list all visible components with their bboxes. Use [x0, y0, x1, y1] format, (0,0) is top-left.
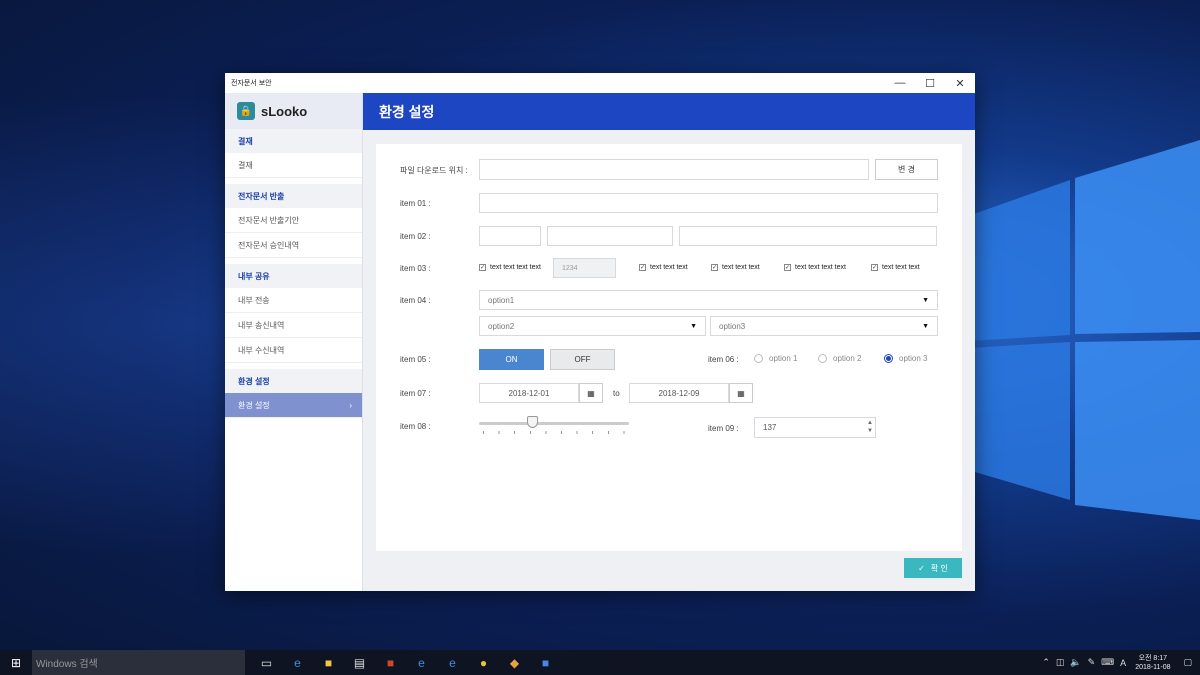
chevron-right-icon: ›	[349, 400, 352, 410]
settings-panel: 파일 다운로드 위치 : 변 경 item 01 : item 02 : ite…	[376, 144, 962, 551]
taskbar: ⊞ Windows 검색 ▭ e ■ ▤ ■ e e ● ◆ ■ ⌃ ◫ 🔈 ✎…	[0, 650, 1200, 675]
item04-label: item 04 :	[400, 296, 431, 305]
item06-label: item 06 :	[708, 355, 739, 364]
sidebar-section-export: 전자문서 반출	[225, 184, 362, 208]
item09-number-input[interactable]: 137 ▲ ▼	[754, 417, 876, 438]
taskbar-search-input[interactable]: Windows 검색	[32, 650, 245, 675]
lock-icon: 🔒	[237, 102, 255, 120]
pen-icon[interactable]: ✎	[1088, 657, 1096, 668]
download-label: 파일 다운로드 위치 :	[400, 166, 468, 175]
app-window: 전자문서 보안 — ☐ ✕ 🔒 sLooko 결재 결재 전자문서 반출 전자문…	[225, 73, 975, 591]
maximize-icon[interactable]: ☐	[915, 73, 945, 93]
sidebar-item-label: 환경 설정	[238, 400, 270, 410]
item03-checkbox-1[interactable]: ✓ text text text text	[479, 264, 541, 271]
item01-label: item 01 :	[400, 199, 431, 208]
store-icon[interactable]: ▤	[344, 650, 375, 675]
language-indicator[interactable]: A	[1120, 658, 1126, 668]
date-to-label: to	[613, 389, 620, 398]
system-tray: ⌃ ◫ 🔈 ✎ ⌨ A 오전 8:17 2018-11-08 ▢	[1039, 650, 1200, 675]
item02-input-3[interactable]	[679, 226, 937, 246]
powerpoint-icon[interactable]: ■	[375, 650, 406, 675]
item03-number-input[interactable]: 1234	[553, 258, 616, 278]
date-from-input[interactable]: 2018-12-01	[479, 383, 579, 403]
item02-input-2[interactable]	[547, 226, 673, 246]
item05-label: item 05 :	[400, 355, 431, 364]
brand: 🔒 sLooko	[225, 93, 362, 129]
download-path-input[interactable]	[479, 159, 869, 180]
date-to-input[interactable]: 2018-12-09	[629, 383, 729, 403]
slider-thumb[interactable]	[526, 416, 538, 428]
windows-start-icon[interactable]: ⊞	[0, 650, 32, 675]
item06-radio-1[interactable]: option 1	[754, 354, 797, 363]
calendar-icon[interactable]: ▦	[729, 383, 753, 403]
change-button[interactable]: 변 경	[875, 159, 938, 180]
task-view-icon[interactable]: ▭	[251, 650, 282, 675]
item04-select-3[interactable]: option3 ▼	[710, 316, 938, 336]
volume-icon[interactable]: 🔈	[1070, 657, 1081, 668]
toggle-off-button[interactable]: OFF	[550, 349, 615, 370]
confirm-button[interactable]: ✓ 확 인	[904, 558, 962, 578]
app-icon[interactable]: ◆	[499, 650, 530, 675]
brand-name: sLooko	[261, 103, 308, 119]
minimize-icon[interactable]: —	[885, 73, 915, 93]
close-icon[interactable]: ✕	[945, 73, 975, 93]
sidebar-section-approval: 결재	[225, 129, 362, 153]
item02-label: item 02 :	[400, 232, 431, 241]
page-title: 환경 설정	[363, 93, 975, 130]
sidebar-item-share-sent[interactable]: 내부 송신내역	[225, 313, 362, 338]
dropdown-arrow-icon: ▼	[690, 322, 697, 330]
window-title: 전자문서 보안	[231, 80, 272, 87]
chrome-icon[interactable]: ●	[468, 650, 499, 675]
sidebar-section-share: 내부 공유	[225, 264, 362, 288]
notification-icon[interactable]: ▢	[1183, 657, 1192, 668]
sidebar-section-settings: 환경 설정	[225, 369, 362, 393]
network-icon[interactable]: ◫	[1056, 657, 1065, 668]
item03-checkbox-5[interactable]: ✓ text text text	[871, 264, 920, 271]
item03-checkbox-4[interactable]: ✓ text text text text	[784, 264, 846, 271]
item03-checkbox-2[interactable]: ✓ text text text	[639, 264, 688, 271]
clock[interactable]: 오전 8:17 2018-11-08	[1135, 654, 1170, 672]
item08-label: item 08 :	[400, 422, 431, 431]
spinner-icon[interactable]: ▲ ▼	[867, 419, 873, 435]
main-content: 환경 설정 파일 다운로드 위치 : 변 경 item 01 : item 02…	[363, 93, 975, 591]
dropdown-arrow-icon: ▼	[922, 322, 929, 330]
calendar-icon[interactable]: ▦	[579, 383, 603, 403]
item06-radio-3[interactable]: option 3	[884, 354, 927, 363]
check-icon: ✓	[918, 563, 925, 573]
chevron-up-icon[interactable]: ⌃	[1042, 657, 1050, 668]
sidebar: 🔒 sLooko 결재 결재 전자문서 반출 전자문서 반출기안 전자문서 승인…	[225, 93, 363, 591]
item03-checkbox-3[interactable]: ✓ text text text	[711, 264, 760, 271]
sidebar-item-settings[interactable]: 환경 설정 ›	[225, 393, 362, 418]
sidebar-item-export-draft[interactable]: 전자문서 반출기안	[225, 208, 362, 233]
file-explorer-icon[interactable]: ■	[313, 650, 344, 675]
toggle-on-button[interactable]: ON	[479, 349, 544, 370]
item03-label: item 03 :	[400, 264, 431, 273]
item06-radio-2[interactable]: option 2	[818, 354, 861, 363]
item04-select-1[interactable]: option1 ▼	[479, 290, 938, 310]
clock-time: 오전 8:17	[1138, 654, 1168, 662]
item04-select-2[interactable]: option2 ▼	[479, 316, 706, 336]
ie-icon[interactable]: e	[437, 650, 468, 675]
item07-label: item 07 :	[400, 389, 431, 398]
doc-icon[interactable]: ■	[530, 650, 561, 675]
sidebar-item-export-history[interactable]: 전자문서 승인내역	[225, 233, 362, 258]
sidebar-item-share-send[interactable]: 내부 전송	[225, 288, 362, 313]
item08-slider[interactable]	[479, 414, 629, 434]
clock-date: 2018-11-08	[1135, 663, 1171, 671]
sidebar-item-approval[interactable]: 결재	[225, 153, 362, 178]
item09-label: item 09 :	[708, 424, 739, 433]
sidebar-item-share-received[interactable]: 내부 수신내역	[225, 338, 362, 363]
dropdown-arrow-icon: ▼	[922, 296, 929, 304]
keyboard-icon[interactable]: ⌨	[1101, 657, 1114, 668]
title-bar: 전자문서 보안 — ☐ ✕	[225, 73, 975, 93]
edge-icon[interactable]: e	[282, 650, 313, 675]
ie-icon[interactable]: e	[406, 650, 437, 675]
item02-input-1[interactable]	[479, 226, 541, 246]
item01-input[interactable]	[479, 193, 938, 213]
